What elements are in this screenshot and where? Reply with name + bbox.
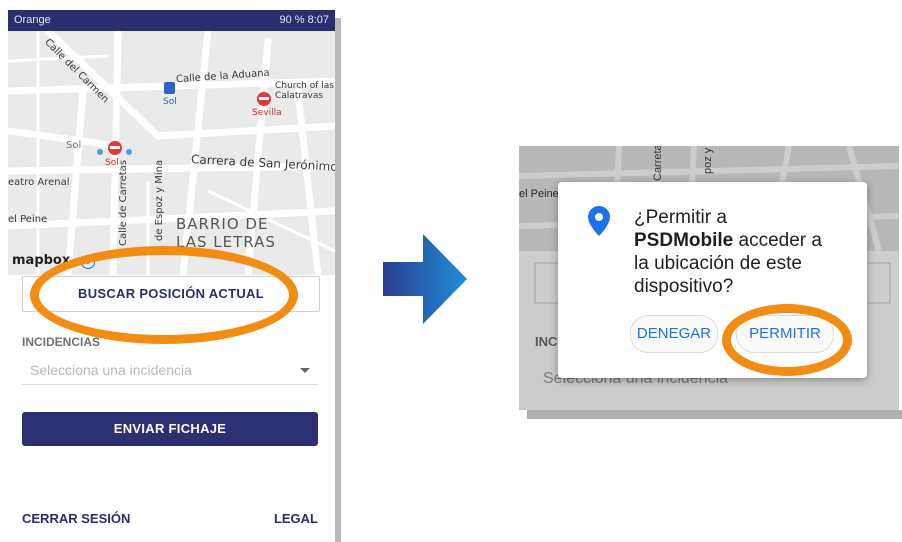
phone-screen-right: el Peine Carreta poz y M INC Selecciona … (519, 146, 899, 410)
deny-button[interactable]: DENEGAR (630, 315, 718, 353)
map-label: Sol (66, 140, 82, 151)
status-bar: Orange 90 % 8:07 (8, 10, 335, 31)
enviar-fichaje-button[interactable]: ENVIAR FICHAJE (22, 412, 318, 446)
map-label: Church of las Calatravas (275, 81, 334, 101)
map-label: Sol (105, 158, 119, 168)
map-label: eatro Arenal (8, 177, 70, 188)
phone-shadow (335, 18, 341, 542)
map-label: el Peine (8, 214, 48, 225)
location-pin-icon (588, 206, 610, 236)
map-streets (8, 31, 335, 275)
select-placeholder: Selecciona una incidencia (30, 362, 192, 378)
dialog-message: ¿Permitir a PSDMobile acceder a la ubica… (634, 206, 862, 298)
app-name: PSDMobile (634, 230, 734, 251)
map-label: Calle de Carretas (118, 159, 129, 246)
dialog-line: dispositivo? (634, 276, 734, 297)
map-label: BARRIO DE (176, 215, 269, 233)
highlight-ring (30, 246, 298, 344)
map-label: Sol (163, 97, 177, 107)
status-right: 90 % 8:07 (279, 14, 329, 26)
map-view[interactable]: Calle del Carmen Calle de la Aduana Chur… (8, 31, 335, 275)
legal-link[interactable]: LEGAL (274, 511, 318, 526)
dialog-line: ¿Permitir a (634, 207, 727, 228)
incidencia-select[interactable]: Selecciona una incidencia (22, 362, 318, 385)
incidencias-label: INCIDENCIAS (22, 335, 101, 349)
map-label: Sevilla (252, 108, 282, 118)
dialog-line: acceder a (733, 230, 822, 251)
phone-shadow (527, 410, 902, 419)
caret-down-icon (300, 368, 310, 373)
highlight-ring (722, 304, 852, 376)
carrier-label: Orange (14, 14, 51, 26)
cerrar-sesion-link[interactable]: CERRAR SESIÓN (22, 511, 130, 526)
dialog-line: la ubicación de este (634, 253, 802, 274)
arrow-right-icon (383, 234, 467, 324)
map-label: de Espoz y Mina (154, 159, 165, 241)
